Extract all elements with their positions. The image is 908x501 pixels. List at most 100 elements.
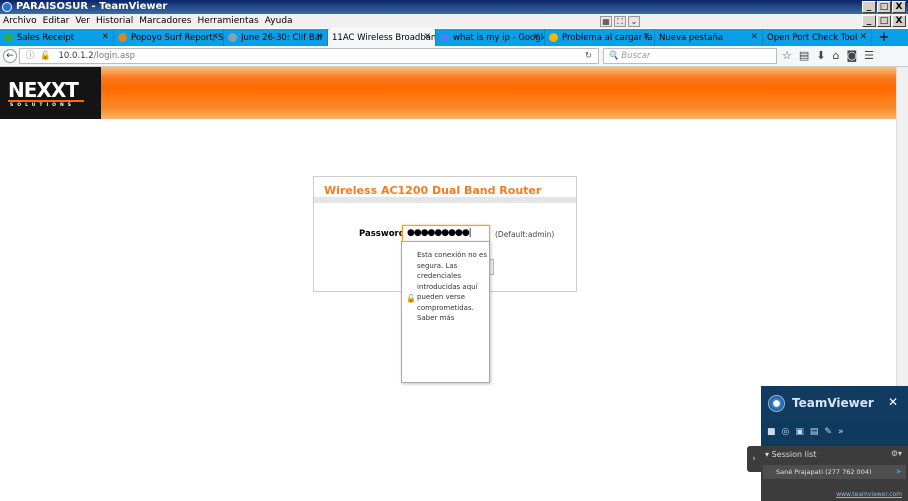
password-default-hint: (Default:admin) (495, 230, 555, 239)
browser-window-controls: _ □ X (862, 15, 906, 27)
tab-2[interactable]: June 26-30: Clif Bar Rese✕ (224, 29, 328, 46)
toolbar-icons: ☆ ▤ ⬇ ⌂ ◙ ☰ (782, 49, 874, 62)
tab-close-icon[interactable]: ✕ (750, 32, 758, 42)
tab-0[interactable]: Sales Receipt ✕ (0, 29, 114, 46)
menu-herramientas[interactable]: Herramientas (194, 16, 261, 26)
maximize-button[interactable]: □ (877, 1, 891, 13)
new-tab-button[interactable]: + (872, 29, 896, 46)
browser-maximize-button[interactable]: □ (877, 15, 891, 27)
tab-1[interactable]: Popoyo Surf Report, Surf✕ (114, 29, 224, 46)
address-bar[interactable]: ⓘ 🔓 10.0.1.2/login.asp ↻ (19, 48, 599, 64)
gear-icon[interactable]: ⚙▾ (891, 449, 902, 458)
tab-label: Sales Receipt (17, 32, 75, 43)
tab-favicon-icon (118, 33, 127, 42)
headset-icon[interactable]: ◎ (782, 427, 790, 437)
warning-text[interactable]: Esta conexión no es segura. Las credenci… (417, 250, 487, 324)
search-placeholder: Buscar (621, 51, 651, 61)
tab-label: June 26-30: Clif Bar Rese (241, 32, 327, 43)
fullscreen-icon[interactable]: ⛶ (614, 15, 626, 27)
card-divider (314, 197, 576, 203)
password-input[interactable]: ●●●●●●●●●| (402, 225, 490, 242)
session-list-label: Session list (771, 450, 817, 459)
reload-icon[interactable]: ↻ (585, 49, 592, 63)
tab-close-icon[interactable]: ✕ (859, 32, 867, 42)
tab-5[interactable]: Problema al cargar la pá✕ (545, 29, 655, 46)
teamviewer-panel: TeamViewer ✕ ■ ◎ ▣ ▤ ✎ » ▾ Session list … (761, 386, 908, 501)
window-title-bar: PARAISOSUR - TeamViewer _ □ X (0, 0, 908, 14)
bookmark-star-icon[interactable]: ☆ (782, 49, 792, 62)
tab-7[interactable]: Open Port Check Tool ✕ (763, 29, 872, 46)
menu-marcadores[interactable]: Marcadores (136, 16, 194, 26)
session-entry[interactable]: Sané Prajapati (277 762 004) ➤ (763, 465, 906, 479)
tab-favicon-icon (228, 33, 237, 42)
menu-archivo[interactable]: Archivo (0, 16, 40, 26)
search-input[interactable]: 🔍 Buscar (603, 48, 777, 64)
tab-label: Open Port Check Tool (767, 32, 858, 43)
search-icon: 🔍 (608, 51, 622, 61)
tab-label: 11AC Wireless Broadband Ro (332, 32, 435, 43)
back-button[interactable]: ← (3, 49, 17, 63)
minimize-button[interactable]: _ (862, 1, 876, 13)
teamviewer-close-icon[interactable]: ✕ (888, 395, 898, 409)
expand-icon[interactable]: » (838, 427, 844, 437)
menu-ayuda[interactable]: Ayuda (262, 16, 296, 26)
tab-favicon-icon (4, 33, 13, 42)
cursor-icon: ➤ (895, 467, 902, 476)
tab-close-icon[interactable]: ✕ (315, 32, 323, 42)
insecure-lock-icon: 🔓 (406, 294, 416, 303)
tab-label: Popoyo Surf Report, Surf (131, 32, 223, 43)
menu-editar[interactable]: Editar (40, 16, 73, 26)
browser-minimize-button[interactable]: _ (862, 15, 876, 27)
window-title: PARAISOSUR - TeamViewer (16, 1, 168, 12)
insecure-login-warning: 🔓 Esta conexión no es segura. Las creden… (401, 241, 490, 383)
navigation-bar: ← ⓘ 🔓 10.0.1.2/login.asp ↻ 🔍 Buscar ☆ ▤ … (0, 46, 908, 67)
teamviewer-logo-icon (768, 395, 785, 412)
pocket-icon[interactable]: ◙ (846, 49, 857, 62)
menu-bar: Archivo Editar Ver Historial Marcadores … (0, 14, 908, 28)
logo-underline (8, 100, 84, 102)
chat-icon[interactable]: ▣ (795, 427, 804, 437)
browser-tab-bar: Sales Receipt✕Popoyo Surf Report, Surf✕J… (0, 29, 908, 46)
tab-favicon-icon (440, 33, 449, 42)
browser-close-button[interactable]: X (892, 15, 906, 27)
tab-label: what is my ip - Google S (453, 32, 544, 43)
tab-label: Nueva pestaña (659, 32, 724, 43)
session-entry-label: Sané Prajapati (277 762 004) (776, 468, 872, 476)
teamviewer-panel-header: TeamViewer ✕ (761, 386, 908, 422)
files-icon[interactable]: ▤ (810, 427, 819, 437)
video-icon[interactable]: ■ (767, 427, 776, 437)
session-panel-toggle[interactable]: › (747, 446, 761, 472)
logo-text: NEXXT (8, 78, 79, 102)
home-icon[interactable]: ⌂ (833, 49, 840, 62)
tab-close-icon[interactable]: ✕ (642, 32, 650, 42)
teamviewer-remote-toolbar: ▦ ⛶ ⌄ (600, 14, 640, 28)
tab-close-icon[interactable]: ✕ (423, 32, 431, 42)
tab-4[interactable]: what is my ip - Google S✕ (436, 29, 545, 46)
grid-icon[interactable]: ▦ (600, 15, 612, 27)
tab-close-icon[interactable]: ✕ (532, 32, 540, 42)
tab-6[interactable]: Nueva pestaña ✕ (655, 29, 763, 46)
insecure-lock-icon[interactable]: 🔓 (40, 51, 51, 61)
url-host: 10.0.1.2 (58, 51, 94, 61)
menu-ver[interactable]: Ver (72, 16, 93, 26)
download-icon[interactable]: ⬇ (816, 49, 825, 62)
menu-historial[interactable]: Historial (93, 16, 136, 26)
tab-close-icon[interactable]: ✕ (211, 32, 219, 42)
window-controls: _ □ X (862, 1, 906, 13)
logo-subtitle: SOLUTIONS (10, 103, 76, 108)
reading-list-icon[interactable]: ▤ (799, 49, 809, 62)
router-header-band: NEXXT SOLUTIONS (0, 67, 896, 119)
tab-favicon-icon (549, 33, 558, 42)
hamburger-menu-icon[interactable]: ☰ (864, 49, 874, 62)
tab-3[interactable]: 11AC Wireless Broadband Ro✕ (328, 29, 436, 46)
session-list-header[interactable]: ▾ Session list (765, 450, 816, 459)
pen-icon[interactable]: ✎ (824, 427, 832, 437)
info-icon[interactable]: ⓘ (26, 51, 35, 61)
tab-close-icon[interactable]: ✕ (101, 32, 109, 42)
teamviewer-website-link[interactable]: www.teamviewer.com (836, 491, 902, 498)
password-label: Password (359, 229, 405, 239)
teamviewer-tools: ■ ◎ ▣ ▤ ✎ » (767, 427, 843, 437)
close-button[interactable]: X (892, 1, 906, 13)
chevron-down-icon[interactable]: ⌄ (628, 15, 640, 27)
nexxt-logo: NEXXT SOLUTIONS (0, 67, 101, 119)
